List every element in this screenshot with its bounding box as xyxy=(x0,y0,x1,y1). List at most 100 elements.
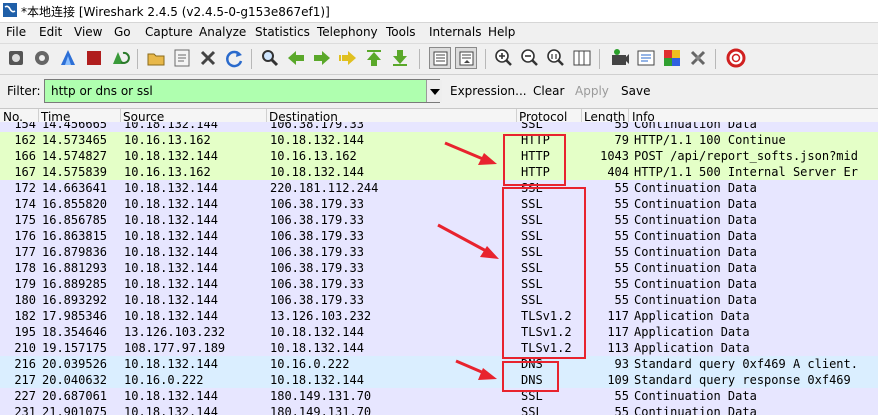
coloring-rules-icon[interactable] xyxy=(661,47,683,69)
table-row[interactable]: 227 20.687061 10.18.132.144 180.149.131.70 S… xyxy=(0,388,878,404)
cell-destination: 10.18.132.144 xyxy=(270,325,364,339)
display-filter-input[interactable] xyxy=(44,79,440,103)
cell-length: 79 xyxy=(614,133,629,147)
table-row[interactable]: 166 14.574827 10.18.132.144 10.16.13.162 HTT… xyxy=(0,148,878,164)
start-capture-icon[interactable] xyxy=(57,47,79,69)
cell-destination: 220.181.112.244 xyxy=(270,181,379,195)
menu-statistics[interactable]: Statistics xyxy=(255,25,310,39)
apply-button[interactable]: Apply xyxy=(575,84,609,98)
menu-view[interactable]: View xyxy=(74,25,102,39)
interface-list-icon[interactable] xyxy=(5,47,27,69)
table-row[interactable]: 167 14.575839 10.16.13.162 10.18.132.144 HTT… xyxy=(0,164,878,180)
colorize-icon[interactable] xyxy=(429,47,451,69)
go-to-packet-icon[interactable] xyxy=(337,47,359,69)
cell-time: 20.687061 xyxy=(42,389,108,403)
save-file-icon[interactable] xyxy=(171,47,193,69)
open-file-icon[interactable] xyxy=(145,47,167,69)
find-packet-icon[interactable] xyxy=(259,47,281,69)
go-forward-icon[interactable] xyxy=(311,47,333,69)
cell-length: 55 xyxy=(614,293,629,307)
help-icon[interactable] xyxy=(725,47,747,69)
table-row[interactable]: 178 16.881293 10.18.132.144 106.38.179.33 SS… xyxy=(0,260,878,276)
close-file-icon[interactable] xyxy=(197,47,219,69)
cell-info: Standard query 0xf469 A client. xyxy=(634,357,858,371)
menu-file[interactable]: File xyxy=(6,25,26,39)
cell-destination: 106.38.179.33 xyxy=(270,229,364,243)
cell-source: 10.18.132.144 xyxy=(124,229,218,243)
cell-destination: 10.18.132.144 xyxy=(270,373,364,387)
table-row[interactable]: 175 16.856785 10.18.132.144 106.38.179.33 SS… xyxy=(0,212,878,228)
cell-time: 14.456665 xyxy=(42,122,108,131)
cell-no: 167 xyxy=(14,165,36,179)
filter-dropdown-arrow-icon[interactable] xyxy=(426,80,442,102)
resize-columns-icon[interactable] xyxy=(571,47,593,69)
expression-button[interactable]: Expression... xyxy=(450,84,527,98)
table-row[interactable]: 162 14.573465 10.16.13.162 10.18.132.144 HTT… xyxy=(0,132,878,148)
menu-edit[interactable]: Edit xyxy=(39,25,62,39)
table-row[interactable]: 176 16.863815 10.18.132.144 106.38.179.33 SS… xyxy=(0,228,878,244)
packet-list: 154 14.456665 10.18.132.144 106.38.179.33 SS… xyxy=(0,122,878,415)
menu-bar: File Edit View Go Capture Analyze Statis… xyxy=(0,23,878,44)
menu-analyze[interactable]: Analyze xyxy=(199,25,246,39)
menu-help[interactable]: Help xyxy=(488,25,515,39)
stop-capture-icon[interactable] xyxy=(83,47,105,69)
table-row[interactable]: 172 14.663641 10.18.132.144 220.181.112.244… xyxy=(0,180,878,196)
table-row[interactable]: 182 17.985346 10.18.132.144 13.126.103.232 T… xyxy=(0,308,878,324)
cell-source: 10.18.132.144 xyxy=(124,357,218,371)
cell-length: 55 xyxy=(614,405,629,415)
go-back-icon[interactable] xyxy=(285,47,307,69)
cell-no: 180 xyxy=(14,293,36,307)
cell-source: 10.18.132.144 xyxy=(124,213,218,227)
table-row[interactable]: 177 16.879836 10.18.132.144 106.38.179.33 SS… xyxy=(0,244,878,260)
go-first-icon[interactable] xyxy=(363,47,385,69)
cell-length: 55 xyxy=(614,181,629,195)
auto-scroll-icon[interactable] xyxy=(455,47,477,69)
zoom-in-icon[interactable] xyxy=(493,47,515,69)
cell-source: 10.18.132.144 xyxy=(124,122,218,131)
cell-length: 55 xyxy=(614,389,629,403)
cell-info: HTTP/1.1 100 Continue xyxy=(634,133,786,147)
cell-source: 10.18.132.144 xyxy=(124,405,218,415)
main-toolbar xyxy=(0,44,878,75)
menu-go[interactable]: Go xyxy=(114,25,131,39)
table-row[interactable]: 210 19.157175 108.177.97.189 10.18.132.144 T… xyxy=(0,340,878,356)
normal-size-icon[interactable] xyxy=(545,47,567,69)
menu-capture[interactable]: Capture xyxy=(145,25,193,39)
cell-source: 10.18.132.144 xyxy=(124,309,218,323)
cell-length: 55 xyxy=(614,197,629,211)
preferences-icon[interactable] xyxy=(687,47,709,69)
cell-info: POST /api/report_softs.json?mid xyxy=(634,149,858,163)
cell-destination: 10.18.132.144 xyxy=(270,133,364,147)
cell-time: 20.040632 xyxy=(42,373,108,387)
table-row[interactable]: 216 20.039526 10.18.132.144 10.16.0.222 DNS 9… xyxy=(0,356,878,372)
table-row[interactable]: 217 20.040632 10.16.0.222 10.18.132.144 DNS 1… xyxy=(0,372,878,388)
cell-no: 195 xyxy=(14,325,36,339)
clear-button[interactable]: Clear xyxy=(533,84,564,98)
table-row[interactable]: 179 16.889285 10.18.132.144 106.38.179.33 SS… xyxy=(0,276,878,292)
table-row[interactable]: 195 18.354646 13.126.103.232 10.18.132.144 T… xyxy=(0,324,878,340)
restart-capture-icon[interactable] xyxy=(109,47,131,69)
capture-filters-icon[interactable] xyxy=(609,47,631,69)
cell-source: 10.18.132.144 xyxy=(124,277,218,291)
cell-info: Continuation Data xyxy=(634,181,757,195)
display-filters-icon[interactable] xyxy=(635,47,657,69)
cell-destination: 106.38.179.33 xyxy=(270,277,364,291)
menu-tools[interactable]: Tools xyxy=(386,25,416,39)
table-row[interactable]: 180 16.893292 10.18.132.144 106.38.179.33 SS… xyxy=(0,292,878,308)
cell-source: 13.126.103.232 xyxy=(124,325,226,339)
save-filter-button[interactable]: Save xyxy=(621,84,650,98)
cell-info: Continuation Data xyxy=(634,213,757,227)
cell-time: 16.893292 xyxy=(42,293,108,307)
zoom-out-icon[interactable] xyxy=(519,47,541,69)
table-row[interactable]: 174 16.855820 10.18.132.144 106.38.179.33 SS… xyxy=(0,196,878,212)
reload-icon[interactable] xyxy=(223,47,245,69)
cell-no: 172 xyxy=(14,181,36,195)
table-row[interactable]: 154 14.456665 10.18.132.144 106.38.179.33 SS… xyxy=(0,122,878,132)
cell-no: 176 xyxy=(14,229,36,243)
table-row[interactable]: 231 21.901075 10.18.132.144 180.149.131.70 S… xyxy=(0,404,878,415)
capture-options-icon[interactable] xyxy=(31,47,53,69)
menu-internals[interactable]: Internals xyxy=(429,25,482,39)
annotation-box-http xyxy=(503,134,566,186)
menu-telephony[interactable]: Telephony xyxy=(317,25,378,39)
go-last-icon[interactable] xyxy=(389,47,411,69)
